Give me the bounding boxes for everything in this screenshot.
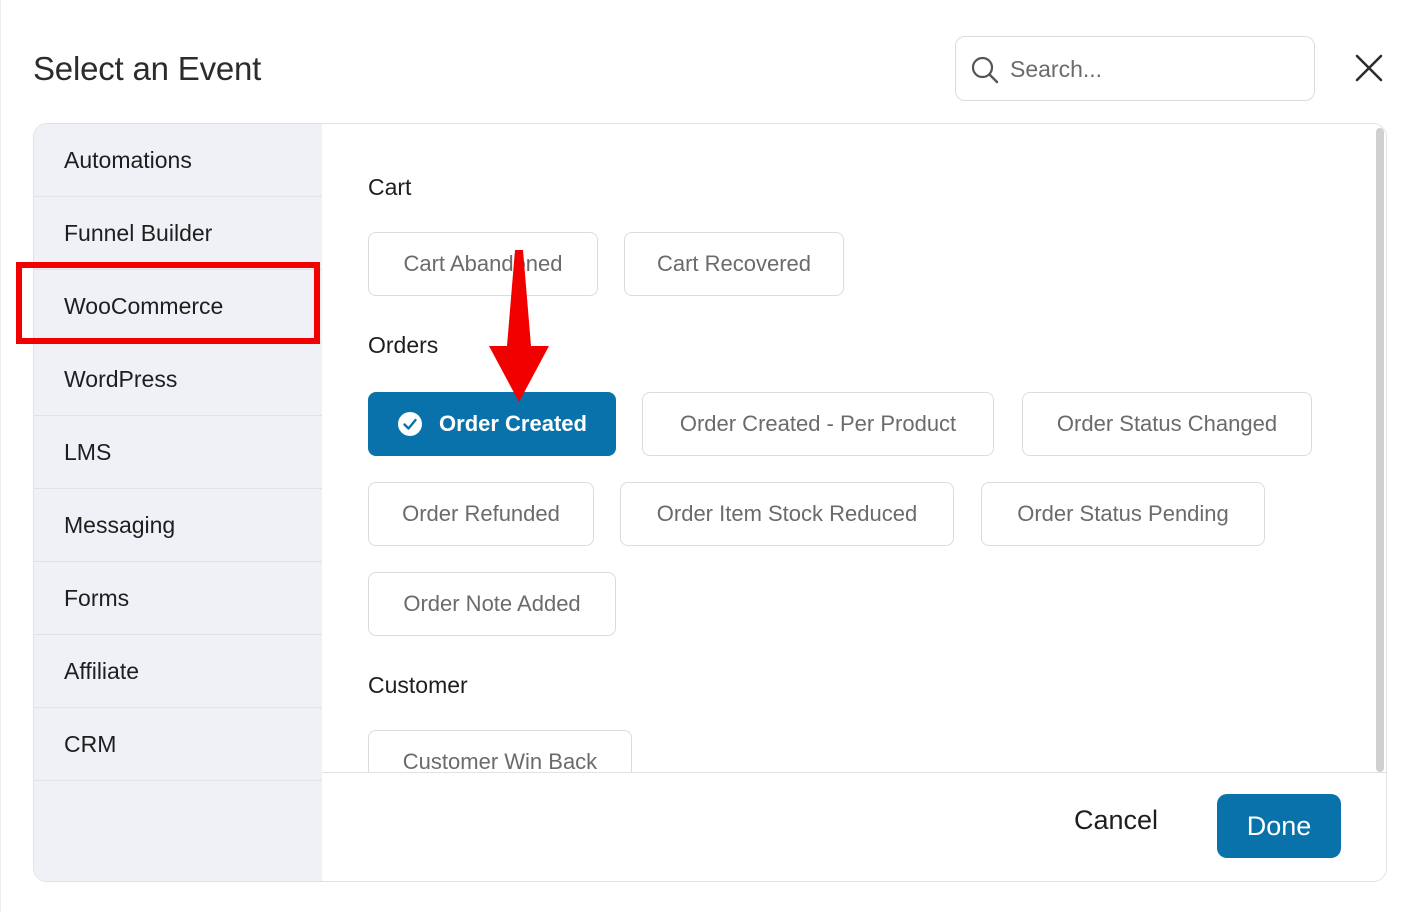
search-box[interactable] — [955, 36, 1315, 101]
event-order-note-added[interactable]: Order Note Added — [368, 572, 616, 636]
select-event-dialog: Select an Event Automations Funnel Build… — [0, 0, 1420, 912]
event-order-created-label: Order Created — [439, 411, 587, 436]
check-circle-icon — [398, 412, 423, 436]
sidebar-item-funnel-builder[interactable]: Funnel Builder — [34, 197, 322, 270]
sidebar-item-lms[interactable]: LMS — [34, 416, 322, 489]
event-cart-abandoned[interactable]: Cart Abandoned — [368, 232, 598, 296]
sidebar-item-affiliate[interactable]: Affiliate — [34, 635, 322, 708]
event-order-created[interactable]: Order Created — [368, 392, 616, 456]
done-button[interactable]: Done — [1217, 794, 1341, 858]
event-order-status-pending[interactable]: Order Status Pending — [981, 482, 1265, 546]
event-order-item-stock-reduced[interactable]: Order Item Stock Reduced — [620, 482, 954, 546]
sidebar-item-crm[interactable]: CRM — [34, 708, 322, 781]
event-cart-recovered[interactable]: Cart Recovered — [624, 232, 844, 296]
section-title-cart: Cart — [368, 174, 412, 200]
section-title-customer: Customer — [368, 672, 468, 698]
vertical-scrollbar[interactable] — [1376, 128, 1384, 772]
event-order-status-changed[interactable]: Order Status Changed — [1022, 392, 1312, 456]
sidebar-item-wordpress[interactable]: WordPress — [34, 343, 322, 416]
event-customer-win-back[interactable]: Customer Win Back — [368, 730, 632, 772]
event-list: Cart Cart Abandoned Cart Recovered Order… — [322, 124, 1386, 772]
sidebar-item-messaging[interactable]: Messaging — [34, 489, 322, 562]
cancel-button[interactable]: Cancel — [1074, 805, 1158, 836]
search-input[interactable] — [1010, 47, 1300, 91]
sidebar-item-automations[interactable]: Automations — [34, 124, 322, 197]
event-panel: Automations Funnel Builder WooCommerce W… — [33, 123, 1387, 882]
search-icon — [971, 56, 999, 84]
sidebar-item-woocommerce[interactable]: WooCommerce — [34, 270, 322, 343]
dialog-footer: Cancel Done — [322, 772, 1386, 881]
sidebar-item-forms[interactable]: Forms — [34, 562, 322, 635]
section-title-orders: Orders — [368, 332, 439, 358]
event-order-refunded[interactable]: Order Refunded — [368, 482, 594, 546]
dialog-title: Select an Event — [33, 50, 262, 87]
category-sidebar: Automations Funnel Builder WooCommerce W… — [34, 124, 322, 881]
close-icon[interactable] — [1351, 50, 1387, 86]
event-order-created-per-product[interactable]: Order Created - Per Product — [642, 392, 994, 456]
